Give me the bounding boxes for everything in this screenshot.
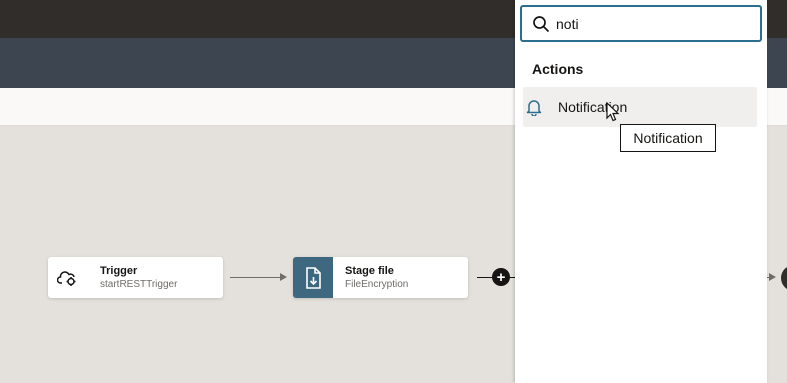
trigger-node[interactable]: Trigger startRESTTrigger: [48, 257, 223, 298]
connector-arrow: [230, 277, 282, 278]
stage-file-node-title: Stage file: [345, 264, 394, 277]
trigger-node-title: Trigger: [100, 264, 138, 277]
add-action-button[interactable]: +: [492, 268, 510, 286]
mouse-cursor-icon: [606, 101, 620, 127]
connector-arrowhead: [280, 273, 287, 281]
result-item-notification[interactable]: Notification: [523, 87, 757, 127]
actions-section-title: Actions: [532, 61, 584, 77]
connector-arrowhead-right: [769, 273, 776, 281]
action-picker-panel: Actions Notification: [515, 0, 767, 383]
trigger-node-subtitle: startRESTTrigger: [100, 278, 178, 290]
bell-icon: [526, 98, 542, 116]
stage-file-icon: [293, 257, 333, 298]
search-box[interactable]: [520, 5, 762, 42]
search-input[interactable]: [556, 15, 736, 32]
stage-file-node-subtitle: FileEncryption: [345, 278, 409, 290]
tooltip: Notification: [620, 124, 716, 152]
plus-icon: +: [496, 268, 506, 286]
cloud-gear-icon: [48, 257, 88, 298]
stage-file-node[interactable]: Stage file FileEncryption: [293, 257, 468, 298]
search-icon: [532, 15, 550, 33]
